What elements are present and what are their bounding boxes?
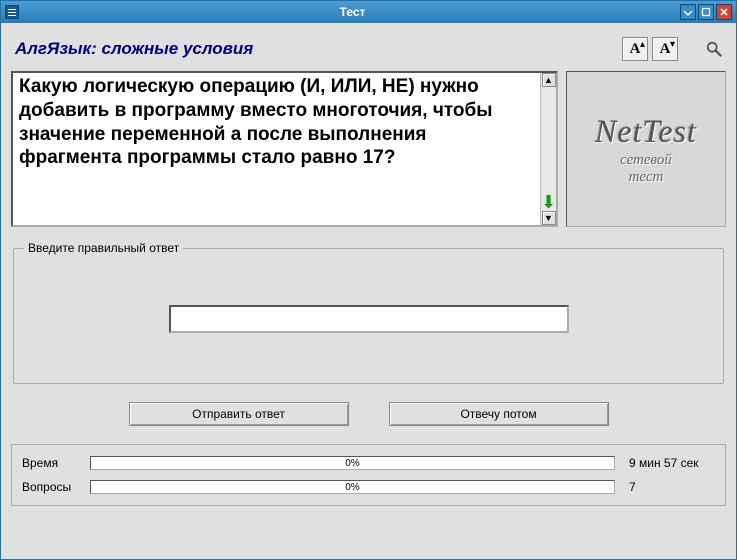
- minimize-button[interactable]: [680, 4, 696, 20]
- answer-input[interactable]: [169, 305, 569, 333]
- font-letter-icon: A: [660, 41, 671, 58]
- question-text: Какую логическую операцию (И, ИЛИ, НЕ) н…: [13, 73, 540, 225]
- titlebar: Тест: [1, 1, 736, 23]
- logo-subtitle: сетевой тест: [620, 152, 672, 185]
- close-button[interactable]: [716, 4, 732, 20]
- maximize-button[interactable]: [698, 4, 714, 20]
- system-menu-icon[interactable]: [5, 5, 19, 19]
- time-percent: 0%: [345, 458, 359, 469]
- submit-button[interactable]: Отправить ответ: [129, 402, 349, 426]
- window-title: Тест: [25, 5, 680, 19]
- status-area: Время 0% 9 мин 57 сек Вопросы 0% 7: [11, 444, 726, 506]
- question-row: Какую логическую операцию (И, ИЛИ, НЕ) н…: [11, 71, 726, 227]
- questions-value: 7: [623, 480, 715, 494]
- topic-title: АлгЯзык: сложные условия: [11, 39, 622, 59]
- questions-progress: 0%: [90, 480, 615, 494]
- logo-panel: NetTest сетевой тест: [566, 71, 726, 227]
- question-scrollbar[interactable]: ▲ ⬇ ▼: [540, 73, 556, 225]
- window-buttons: [680, 4, 732, 20]
- logo-title: NetTest: [595, 113, 697, 150]
- header-row: АлгЯзык: сложные условия A ▴ A ▾: [11, 31, 726, 67]
- up-arrow-icon: ▴: [640, 39, 645, 50]
- font-size-controls: A ▴ A ▾: [622, 37, 726, 61]
- down-arrow-icon: ▾: [670, 39, 675, 50]
- magnifier-icon: [705, 40, 723, 58]
- time-progress: 0%: [90, 456, 615, 470]
- time-label: Время: [22, 456, 82, 470]
- logo-sub-line1: сетевой: [620, 152, 672, 168]
- font-increase-button[interactable]: A ▴: [622, 37, 648, 61]
- answer-fieldset: Введите правильный ответ: [13, 241, 724, 384]
- zoom-button[interactable]: [702, 37, 726, 61]
- questions-percent: 0%: [345, 482, 359, 493]
- later-button[interactable]: Отвечу потом: [389, 402, 609, 426]
- questions-row: Вопросы 0% 7: [22, 477, 715, 497]
- time-row: Время 0% 9 мин 57 сек: [22, 453, 715, 473]
- app-window: Тест АлгЯзык: сложные условия A ▴ A: [0, 0, 737, 560]
- content-area: АлгЯзык: сложные условия A ▴ A ▾: [1, 23, 736, 559]
- logo-sub-line2: тест: [629, 169, 664, 185]
- questions-label: Вопросы: [22, 480, 82, 494]
- time-value: 9 мин 57 сек: [623, 456, 715, 470]
- answer-legend: Введите правильный ответ: [24, 241, 183, 255]
- font-letter-icon: A: [630, 41, 641, 58]
- scroll-down-button[interactable]: ▼: [542, 211, 556, 225]
- font-decrease-button[interactable]: A ▾: [652, 37, 678, 61]
- green-down-arrow-icon: ⬇: [541, 195, 556, 209]
- button-row: Отправить ответ Отвечу потом: [11, 402, 726, 426]
- scroll-up-button[interactable]: ▲: [542, 73, 556, 87]
- question-box: Какую логическую операцию (И, ИЛИ, НЕ) н…: [11, 71, 558, 227]
